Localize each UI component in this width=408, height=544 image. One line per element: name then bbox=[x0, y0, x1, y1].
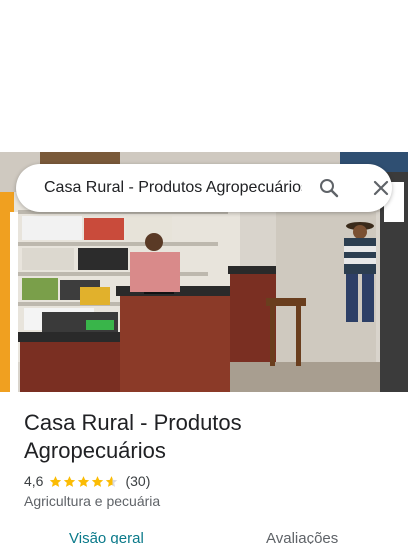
tab-overview[interactable]: Visão geral bbox=[69, 530, 144, 544]
tab-reviews[interactable]: Avaliações bbox=[266, 530, 338, 544]
review-count[interactable]: (30) bbox=[125, 473, 150, 489]
star-rating bbox=[49, 475, 119, 488]
search-icon[interactable] bbox=[317, 176, 341, 200]
search-input[interactable]: Casa Rural - Produtos Agropecuários bbox=[44, 164, 302, 212]
close-icon[interactable] bbox=[369, 176, 393, 200]
place-tabs: Visão geral Avaliações bbox=[0, 530, 408, 544]
star-icon bbox=[50, 475, 62, 487]
place-title: Casa Rural - Produtos Agropecuários bbox=[24, 410, 242, 463]
star-icon bbox=[92, 475, 104, 487]
star-half-icon bbox=[106, 475, 118, 487]
rating-row[interactable]: 4,6 (30) bbox=[24, 472, 150, 490]
search-bar[interactable]: Casa Rural - Produtos Agropecuários bbox=[16, 164, 392, 212]
place-category: Agricultura e pecuária bbox=[24, 493, 161, 509]
rating-value: 4,6 bbox=[24, 473, 44, 489]
map-blank-area bbox=[0, 0, 408, 152]
star-icon bbox=[64, 475, 76, 487]
star-icon bbox=[78, 475, 90, 487]
